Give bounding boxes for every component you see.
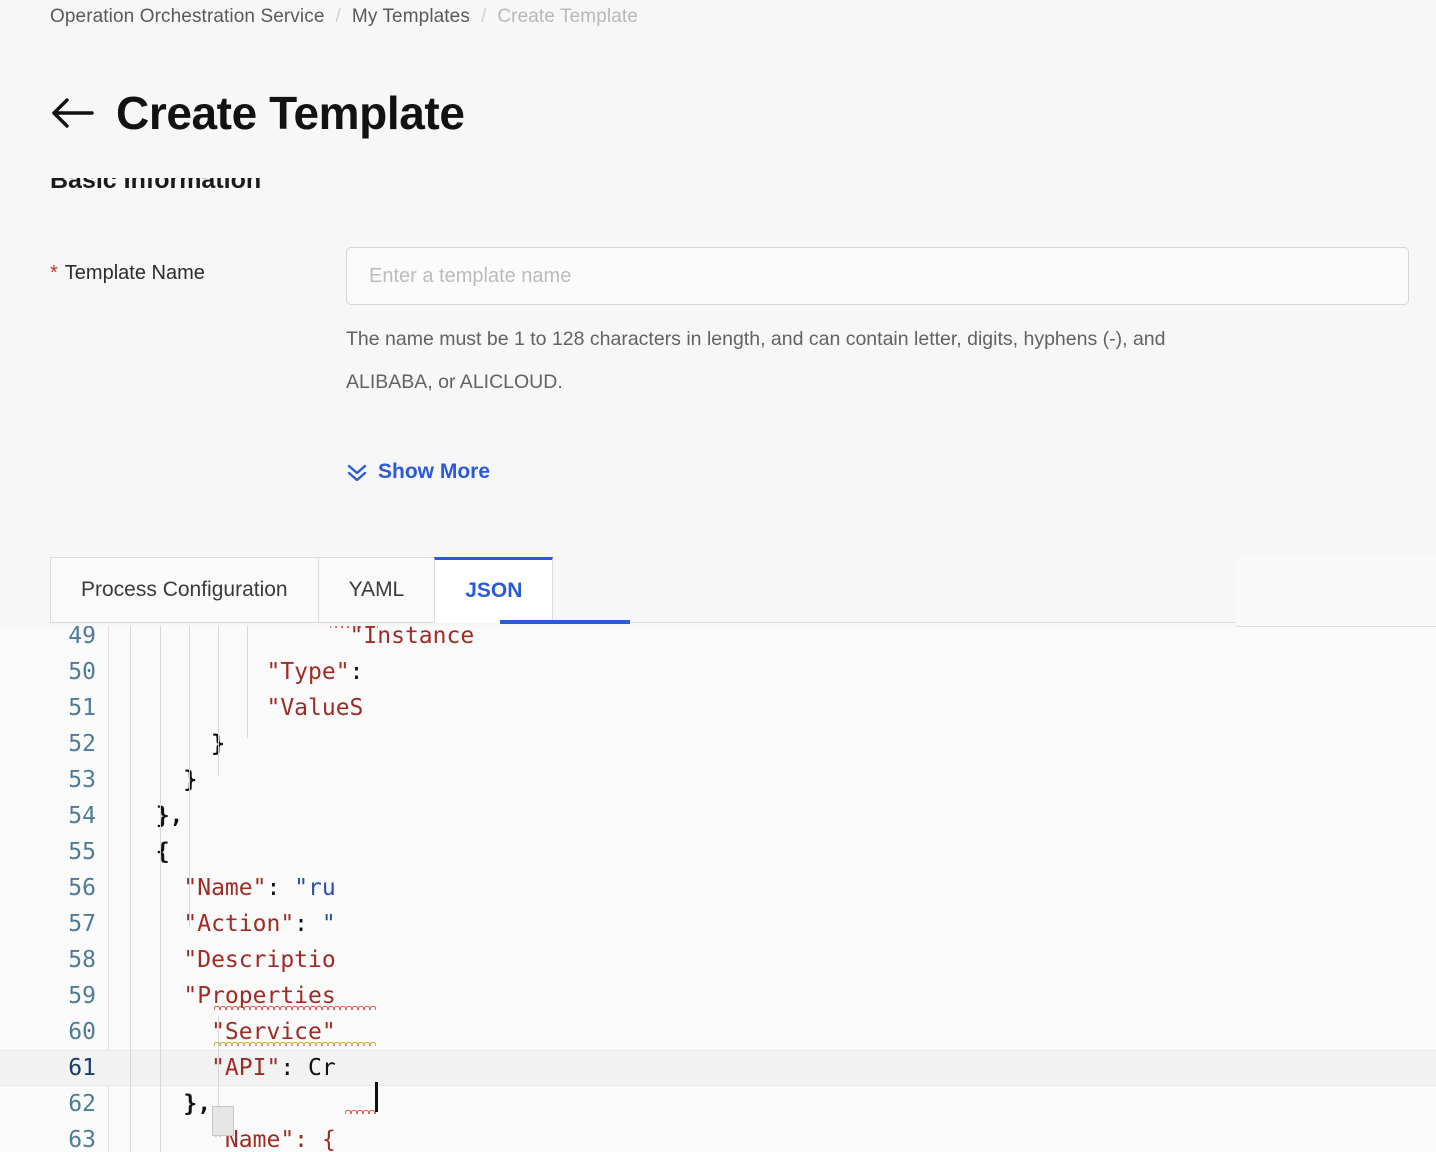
code-fold-marker[interactable] xyxy=(212,1106,234,1136)
page-title: Create Template xyxy=(116,87,465,139)
code-line[interactable]: 49 "Instance xyxy=(0,626,1436,654)
line-number: 60 xyxy=(68,1019,96,1045)
json-code-editor[interactable]: 49 "Instance 50 "Type": 51 "ValueS 52 } 53 }… xyxy=(0,626,1436,1152)
indent-guide xyxy=(189,626,190,926)
code-text: { xyxy=(128,839,170,865)
show-more-button[interactable]: Show More xyxy=(346,460,490,484)
required-marker: * xyxy=(50,262,58,284)
line-number: 63 xyxy=(68,1127,96,1152)
section-heading: Basic Information xyxy=(50,178,262,194)
section-heading-container: Basic Information xyxy=(50,178,470,200)
code-line[interactable]: 57 "Action": " xyxy=(0,906,1436,942)
show-more-label: Show More xyxy=(378,460,491,483)
breadcrumb-item-my-templates[interactable]: My Templates xyxy=(352,6,470,28)
code-text: }, xyxy=(128,1091,212,1117)
code-line[interactable]: 55 { xyxy=(0,834,1436,870)
error-squiggle xyxy=(345,1108,377,1114)
tab-label: JSON xyxy=(465,579,523,602)
line-number: 58 xyxy=(68,947,96,973)
code-content[interactable]: 49 "Instance 50 "Type": 51 "ValueS 52 } 53 }… xyxy=(0,626,1436,1152)
code-line[interactable]: 51 "ValueS xyxy=(0,690,1436,726)
code-text: }, xyxy=(128,803,184,829)
template-name-input[interactable] xyxy=(346,247,1409,305)
code-line[interactable]: 58 "Descriptio xyxy=(0,942,1436,978)
line-number: 51 xyxy=(68,695,96,721)
active-tab-indicator xyxy=(500,620,630,624)
tab-yaml[interactable]: YAML xyxy=(317,557,435,623)
error-squiggle xyxy=(330,626,378,628)
line-number: 54 xyxy=(68,803,96,829)
line-number: 62 xyxy=(68,1091,96,1117)
code-text: "Instance xyxy=(128,626,475,649)
code-text: "ValueS xyxy=(128,695,364,721)
arrow-left-icon[interactable] xyxy=(50,90,96,136)
line-number: 53 xyxy=(68,767,96,793)
tab-label: Process Configuration xyxy=(81,578,288,601)
warning-squiggle xyxy=(214,1040,376,1046)
tab-label: YAML xyxy=(348,578,405,601)
tab-strip-background xyxy=(1236,557,1436,626)
line-number: 55 xyxy=(68,839,96,865)
code-line[interactable]: 54 }, xyxy=(0,798,1436,834)
code-text: } xyxy=(128,731,225,757)
template-name-label-text: Template Name xyxy=(64,262,205,284)
tab-process-configuration[interactable]: Process Configuration xyxy=(50,557,318,623)
editor-tabs: Process Configuration YAML JSON xyxy=(50,557,554,623)
indent-guide xyxy=(160,626,161,1152)
indent-guide xyxy=(247,626,248,738)
breadcrumb: Operation Orchestration Service / My Tem… xyxy=(50,6,638,28)
text-caret xyxy=(375,1082,378,1112)
line-number: 56 xyxy=(68,875,96,901)
breadcrumb-separator: / xyxy=(480,6,487,27)
code-line[interactable]: 53 } xyxy=(0,762,1436,798)
indent-guide xyxy=(130,626,131,1152)
code-line[interactable]: 56 "Name": "ru xyxy=(0,870,1436,906)
code-line[interactable]: 50 "Type": xyxy=(0,654,1436,690)
help-text-line1: The name must be 1 to 128 characters in … xyxy=(346,328,1166,350)
page-header: Create Template xyxy=(50,90,465,136)
line-number: 49 xyxy=(68,626,96,649)
breadcrumb-item-create-template: Create Template xyxy=(497,6,638,27)
error-squiggle xyxy=(214,1004,376,1010)
template-name-label: * Template Name xyxy=(50,262,205,285)
line-number: 50 xyxy=(68,659,96,685)
editor-top-divider xyxy=(1236,626,1436,627)
line-number: 57 xyxy=(68,911,96,937)
code-text: } xyxy=(128,767,198,793)
code-line[interactable]: 61 "API": Cr xyxy=(0,1050,1436,1086)
line-number: 52 xyxy=(68,731,96,757)
template-name-help-text: The name must be 1 to 128 characters in … xyxy=(346,318,1436,404)
line-number: 59 xyxy=(68,983,96,1009)
help-text-line2: ALIBABA, or ALICLOUD. xyxy=(346,371,563,393)
code-line[interactable]: 52 } xyxy=(0,726,1436,762)
indent-guide xyxy=(218,626,219,776)
chevron-double-down-icon xyxy=(346,461,368,483)
tab-json[interactable]: JSON xyxy=(434,557,554,623)
create-template-page: Operation Orchestration Service / My Tem… xyxy=(0,0,1436,1152)
breadcrumb-item-service[interactable]: Operation Orchestration Service xyxy=(50,6,325,28)
code-text: "Type": xyxy=(128,659,364,685)
line-number: 61 xyxy=(68,1055,96,1081)
breadcrumb-separator: / xyxy=(335,6,341,27)
